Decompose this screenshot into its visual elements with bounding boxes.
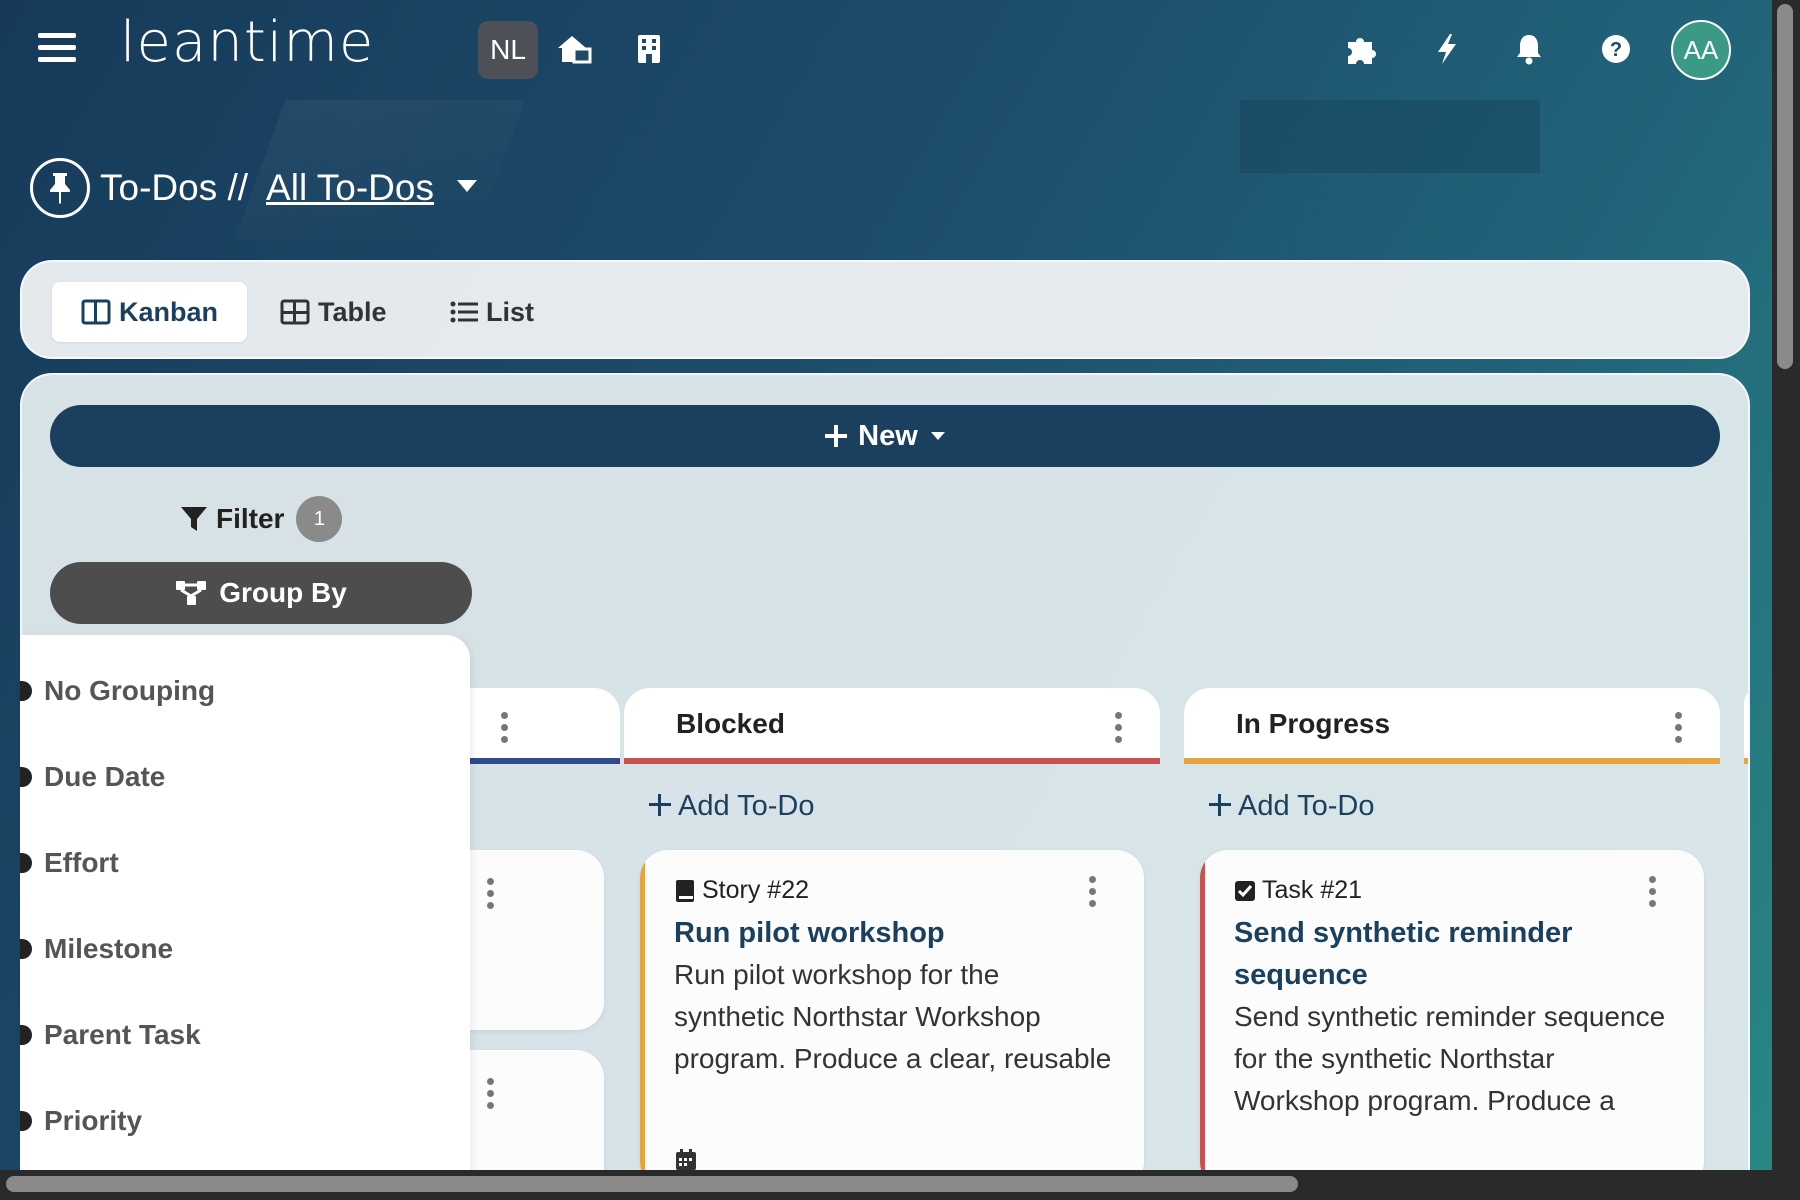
card-type: Story #22 xyxy=(674,876,809,905)
card-description: Send synthetic reminder sequence for the… xyxy=(1234,1001,1666,1116)
list-icon xyxy=(450,300,478,324)
caret-down-icon xyxy=(930,431,946,441)
bolt-icon[interactable] xyxy=(1426,28,1468,70)
card-description: Run pilot workshop for the synthetic Nor… xyxy=(674,959,1112,1074)
user-avatar[interactable]: AA xyxy=(1671,20,1731,80)
filter-button[interactable]: Filter 1 xyxy=(180,496,343,542)
column-color-bar xyxy=(1184,758,1720,764)
group-option-no-grouping[interactable]: No Grouping xyxy=(20,671,215,711)
puzzle-icon[interactable] xyxy=(1340,28,1382,70)
group-option-priority[interactable]: Priority xyxy=(20,1101,142,1141)
tab-label: List xyxy=(486,296,535,327)
column-name: Blocked xyxy=(676,708,785,739)
column-menu-icon[interactable] xyxy=(1112,712,1124,743)
option-label: Due Date xyxy=(44,761,166,792)
card-menu-icon[interactable] xyxy=(484,878,496,909)
plus-icon xyxy=(824,424,848,448)
card-title[interactable]: Run pilot workshop xyxy=(674,912,1094,954)
project-switcher-button[interactable]: NL xyxy=(478,21,538,79)
caret-down-icon[interactable] xyxy=(456,179,478,198)
add-todo-label: Add To-Do xyxy=(1238,790,1375,822)
radio-half-icon xyxy=(20,1111,32,1131)
tab-kanban[interactable]: Kanban xyxy=(52,282,247,342)
option-label: Effort xyxy=(44,847,119,878)
group-by-icon xyxy=(175,580,207,606)
card-menu-icon[interactable] xyxy=(1086,876,1098,907)
tab-table[interactable]: Table xyxy=(280,282,387,342)
card-status-edge xyxy=(640,850,645,1171)
radio-half-icon xyxy=(20,767,32,787)
filter-count-badge: 1 xyxy=(296,496,343,542)
story-book-icon xyxy=(674,879,696,903)
group-option-parent-task[interactable]: Parent Task xyxy=(20,1015,201,1055)
new-label: New xyxy=(858,419,918,452)
radio-half-icon xyxy=(20,939,32,959)
view-tabs: Kanban Table List xyxy=(20,260,1750,359)
column-color-bar xyxy=(624,758,1160,764)
home-building-icon[interactable] xyxy=(554,28,596,70)
bell-icon[interactable] xyxy=(1508,28,1550,70)
top-header: leantime NL ? AA xyxy=(0,0,1772,100)
plus-icon xyxy=(648,787,672,826)
all-todos-link[interactable]: All To-Dos xyxy=(266,167,434,209)
menu-icon[interactable] xyxy=(38,33,76,65)
column-header-blocked: Blocked xyxy=(624,688,1160,764)
group-option-effort[interactable]: Effort xyxy=(20,843,119,883)
page-title: To-Dos // All To-Dos xyxy=(30,158,478,218)
todo-card[interactable]: Story #22 Run pilot workshop Run pilot w… xyxy=(640,850,1144,1171)
pushpin-icon xyxy=(30,158,90,218)
card-type-label: Story #22 xyxy=(702,876,810,904)
company-building-icon[interactable] xyxy=(628,28,670,70)
radio-half-icon xyxy=(20,853,32,873)
group-by-label: Group By xyxy=(219,577,347,608)
horizontal-scrollbar-thumb[interactable] xyxy=(6,1176,1298,1192)
group-by-button[interactable]: Group By xyxy=(50,562,472,624)
column-color-bar xyxy=(1744,758,1748,764)
new-button[interactable]: New xyxy=(50,405,1720,467)
plus-icon xyxy=(1208,787,1232,826)
todo-card[interactable]: Task #21 Send synthetic reminder sequenc… xyxy=(1200,850,1704,1171)
task-checkbox-icon xyxy=(1234,880,1256,902)
title-prefix: To-Dos // xyxy=(100,167,249,208)
column-header-next xyxy=(1744,688,1748,764)
tab-label: Table xyxy=(318,296,387,327)
radio-half-icon xyxy=(20,1025,32,1045)
add-todo-button[interactable]: Add To-Do xyxy=(648,787,815,826)
card-menu-icon[interactable] xyxy=(484,1078,496,1109)
filter-label: Filter xyxy=(216,503,285,534)
group-option-due-date[interactable]: Due Date xyxy=(20,757,165,797)
help-icon[interactable]: ? xyxy=(1595,28,1637,70)
option-label: Priority xyxy=(44,1105,143,1136)
svg-text:?: ? xyxy=(1610,39,1622,61)
leantime-logo[interactable]: leantime xyxy=(120,10,374,75)
filter-icon xyxy=(180,505,208,533)
column-name: In Progress xyxy=(1236,708,1391,739)
table-icon xyxy=(280,299,310,325)
radio-half-icon xyxy=(20,681,32,701)
option-label: Milestone xyxy=(44,933,174,964)
group-by-dropdown: No Grouping Due Date Effort Milestone Pa… xyxy=(20,635,470,1175)
kanban-icon xyxy=(81,299,111,325)
card-type: Task #21 xyxy=(1234,876,1362,905)
group-option-milestone[interactable]: Milestone xyxy=(20,929,173,969)
column-header-in-progress: In Progress xyxy=(1184,688,1720,764)
tab-list[interactable]: List xyxy=(450,282,534,342)
tab-label: Kanban xyxy=(118,296,218,327)
card-menu-icon[interactable] xyxy=(1646,876,1658,907)
column-menu-icon[interactable] xyxy=(1672,712,1684,743)
vertical-scrollbar-thumb[interactable] xyxy=(1777,4,1793,369)
option-label: Parent Task xyxy=(44,1019,201,1050)
card-title[interactable]: Send synthetic reminder sequence xyxy=(1234,912,1654,996)
card-status-edge xyxy=(1200,850,1205,1171)
column-menu-icon[interactable] xyxy=(498,712,510,743)
add-todo-label: Add To-Do xyxy=(678,790,815,822)
card-type-label: Task #21 xyxy=(1262,876,1363,904)
add-todo-button[interactable]: Add To-Do xyxy=(1208,787,1375,826)
option-label: No Grouping xyxy=(44,675,216,706)
